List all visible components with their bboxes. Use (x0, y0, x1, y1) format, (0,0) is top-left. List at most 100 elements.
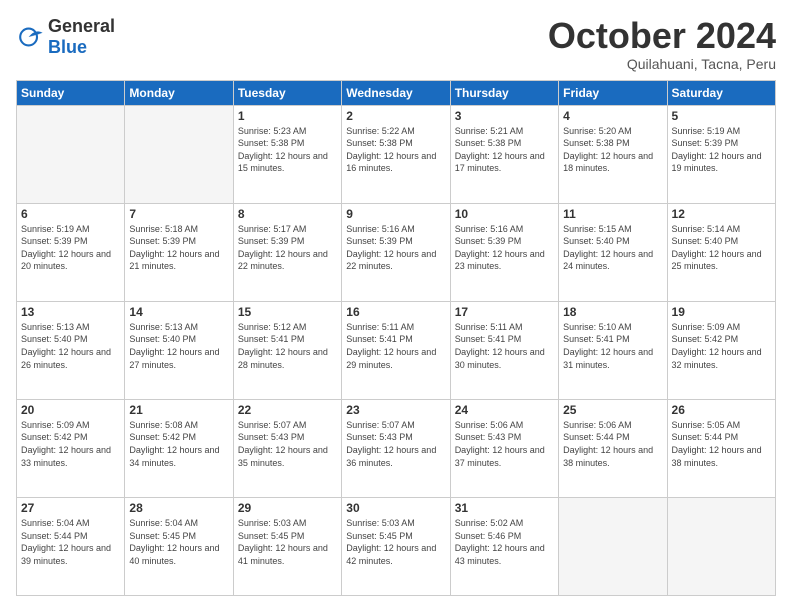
weekday-header: Sunday (17, 80, 125, 105)
calendar-day-cell: 10 Sunrise: 5:16 AMSunset: 5:39 PMDayligh… (450, 203, 558, 301)
day-info: Sunrise: 5:02 AMSunset: 5:46 PMDaylight:… (455, 517, 554, 567)
calendar-week-row: 27Sunrise: 5:04 AMSunset: 5:44 PMDayligh… (17, 497, 776, 595)
calendar-day-cell: 6 Sunrise: 5:19 AMSunset: 5:39 PMDaylight… (17, 203, 125, 301)
day-info: Sunrise: 5:13 AMSunset: 5:40 PMDaylight:… (21, 321, 120, 371)
day-number: 9 (346, 207, 445, 221)
day-info: Sunrise: 5:03 AMSunset: 5:45 PMDaylight:… (346, 517, 445, 567)
logo-general: General (48, 16, 115, 36)
calendar-day-cell: 31 Sunrise: 5:02 AMSunset: 5:46 PMDayligh… (450, 497, 558, 595)
weekday-header: Saturday (667, 80, 775, 105)
weekday-row: SundayMondayTuesdayWednesdayThursdayFrid… (17, 80, 776, 105)
day-info: Sunrise: 5:19 AMSunset: 5:39 PMDaylight:… (21, 223, 120, 273)
day-info: Sunrise: 5:17 AMSunset: 5:39 PMDaylight:… (238, 223, 337, 273)
page: General Blue October 2024 Quilahuani, Ta… (0, 0, 792, 612)
day-info: Sunrise: 5:08 AMSunset: 5:42 PMDaylight:… (129, 419, 228, 469)
calendar-day-cell (17, 105, 125, 203)
day-number: 18 (563, 305, 662, 319)
calendar-day-cell: 24Sunrise: 5:06 AMSunset: 5:43 PMDayligh… (450, 399, 558, 497)
calendar-week-row: 1 Sunrise: 5:23 AMSunset: 5:38 PMDaylight… (17, 105, 776, 203)
day-info: Sunrise: 5:11 AMSunset: 5:41 PMDaylight:… (346, 321, 445, 371)
calendar-day-cell: 25Sunrise: 5:06 AMSunset: 5:44 PMDayligh… (559, 399, 667, 497)
day-number: 26 (672, 403, 771, 417)
calendar-day-cell: 26 Sunrise: 5:05 AMSunset: 5:44 PMDayligh… (667, 399, 775, 497)
calendar-day-cell: 8 Sunrise: 5:17 AMSunset: 5:39 PMDaylight… (233, 203, 341, 301)
calendar-day-cell: 13 Sunrise: 5:13 AMSunset: 5:40 PMDayligh… (17, 301, 125, 399)
day-number: 21 (129, 403, 228, 417)
day-info: Sunrise: 5:13 AMSunset: 5:40 PMDaylight:… (129, 321, 228, 371)
day-info: Sunrise: 5:16 AMSunset: 5:39 PMDaylight:… (346, 223, 445, 273)
calendar-day-cell: 4 Sunrise: 5:20 AMSunset: 5:38 PMDaylight… (559, 105, 667, 203)
day-number: 16 (346, 305, 445, 319)
day-info: Sunrise: 5:12 AMSunset: 5:41 PMDaylight:… (238, 321, 337, 371)
day-number: 12 (672, 207, 771, 221)
day-number: 31 (455, 501, 554, 515)
day-number: 29 (238, 501, 337, 515)
day-number: 1 (238, 109, 337, 123)
day-info: Sunrise: 5:11 AMSunset: 5:41 PMDaylight:… (455, 321, 554, 371)
logo-blue: Blue (48, 37, 87, 57)
calendar-day-cell: 7Sunrise: 5:18 AMSunset: 5:39 PMDaylight… (125, 203, 233, 301)
day-info: Sunrise: 5:15 AMSunset: 5:40 PMDaylight:… (563, 223, 662, 273)
day-info: Sunrise: 5:14 AMSunset: 5:40 PMDaylight:… (672, 223, 771, 273)
calendar-day-cell: 2Sunrise: 5:22 AMSunset: 5:38 PMDaylight… (342, 105, 450, 203)
weekday-header: Tuesday (233, 80, 341, 105)
calendar-day-cell: 21 Sunrise: 5:08 AMSunset: 5:42 PMDayligh… (125, 399, 233, 497)
day-info: Sunrise: 5:10 AMSunset: 5:41 PMDaylight:… (563, 321, 662, 371)
day-number: 10 (455, 207, 554, 221)
title-block: October 2024 Quilahuani, Tacna, Peru (548, 16, 776, 72)
day-info: Sunrise: 5:23 AMSunset: 5:38 PMDaylight:… (238, 125, 337, 175)
logo: General Blue (16, 16, 115, 58)
day-info: Sunrise: 5:16 AMSunset: 5:39 PMDaylight:… (455, 223, 554, 273)
day-number: 19 (672, 305, 771, 319)
calendar-day-cell (125, 105, 233, 203)
calendar-day-cell: 20 Sunrise: 5:09 AMSunset: 5:42 PMDayligh… (17, 399, 125, 497)
calendar-day-cell: 23Sunrise: 5:07 AMSunset: 5:43 PMDayligh… (342, 399, 450, 497)
weekday-header: Thursday (450, 80, 558, 105)
day-number: 28 (129, 501, 228, 515)
day-info: Sunrise: 5:05 AMSunset: 5:44 PMDaylight:… (672, 419, 771, 469)
calendar-day-cell: 12 Sunrise: 5:14 AMSunset: 5:40 PMDayligh… (667, 203, 775, 301)
day-info: Sunrise: 5:18 AMSunset: 5:39 PMDaylight:… (129, 223, 228, 273)
day-number: 13 (21, 305, 120, 319)
day-number: 8 (238, 207, 337, 221)
day-number: 15 (238, 305, 337, 319)
calendar-day-cell: 27Sunrise: 5:04 AMSunset: 5:44 PMDayligh… (17, 497, 125, 595)
calendar-day-cell: 9 Sunrise: 5:16 AMSunset: 5:39 PMDaylight… (342, 203, 450, 301)
weekday-header: Wednesday (342, 80, 450, 105)
day-number: 2 (346, 109, 445, 123)
calendar-day-cell: 28 Sunrise: 5:04 AMSunset: 5:45 PMDayligh… (125, 497, 233, 595)
day-info: Sunrise: 5:20 AMSunset: 5:38 PMDaylight:… (563, 125, 662, 175)
day-info: Sunrise: 5:09 AMSunset: 5:42 PMDaylight:… (21, 419, 120, 469)
day-number: 24 (455, 403, 554, 417)
day-number: 23 (346, 403, 445, 417)
calendar-day-cell: 15 Sunrise: 5:12 AMSunset: 5:41 PMDayligh… (233, 301, 341, 399)
header: General Blue October 2024 Quilahuani, Ta… (16, 16, 776, 72)
weekday-header: Friday (559, 80, 667, 105)
day-info: Sunrise: 5:09 AMSunset: 5:42 PMDaylight:… (672, 321, 771, 371)
calendar-week-row: 6 Sunrise: 5:19 AMSunset: 5:39 PMDaylight… (17, 203, 776, 301)
day-info: Sunrise: 5:04 AMSunset: 5:45 PMDaylight:… (129, 517, 228, 567)
calendar-table: SundayMondayTuesdayWednesdayThursdayFrid… (16, 80, 776, 596)
calendar-day-cell: 14Sunrise: 5:13 AMSunset: 5:40 PMDayligh… (125, 301, 233, 399)
day-info: Sunrise: 5:21 AMSunset: 5:38 PMDaylight:… (455, 125, 554, 175)
calendar-body: 1 Sunrise: 5:23 AMSunset: 5:38 PMDaylight… (17, 105, 776, 595)
calendar-day-cell: 29 Sunrise: 5:03 AMSunset: 5:45 PMDayligh… (233, 497, 341, 595)
calendar-day-cell: 18 Sunrise: 5:10 AMSunset: 5:41 PMDayligh… (559, 301, 667, 399)
day-number: 4 (563, 109, 662, 123)
day-number: 27 (21, 501, 120, 515)
calendar-day-cell: 16 Sunrise: 5:11 AMSunset: 5:41 PMDayligh… (342, 301, 450, 399)
day-number: 6 (21, 207, 120, 221)
day-number: 5 (672, 109, 771, 123)
calendar-day-cell: 11 Sunrise: 5:15 AMSunset: 5:40 PMDayligh… (559, 203, 667, 301)
day-number: 11 (563, 207, 662, 221)
day-info: Sunrise: 5:06 AMSunset: 5:44 PMDaylight:… (563, 419, 662, 469)
calendar-day-cell (559, 497, 667, 595)
day-number: 17 (455, 305, 554, 319)
day-info: Sunrise: 5:07 AMSunset: 5:43 PMDaylight:… (238, 419, 337, 469)
calendar-week-row: 20 Sunrise: 5:09 AMSunset: 5:42 PMDayligh… (17, 399, 776, 497)
location-subtitle: Quilahuani, Tacna, Peru (548, 56, 776, 72)
day-number: 20 (21, 403, 120, 417)
calendar-day-cell: 17 Sunrise: 5:11 AMSunset: 5:41 PMDayligh… (450, 301, 558, 399)
day-info: Sunrise: 5:19 AMSunset: 5:39 PMDaylight:… (672, 125, 771, 175)
day-info: Sunrise: 5:03 AMSunset: 5:45 PMDaylight:… (238, 517, 337, 567)
